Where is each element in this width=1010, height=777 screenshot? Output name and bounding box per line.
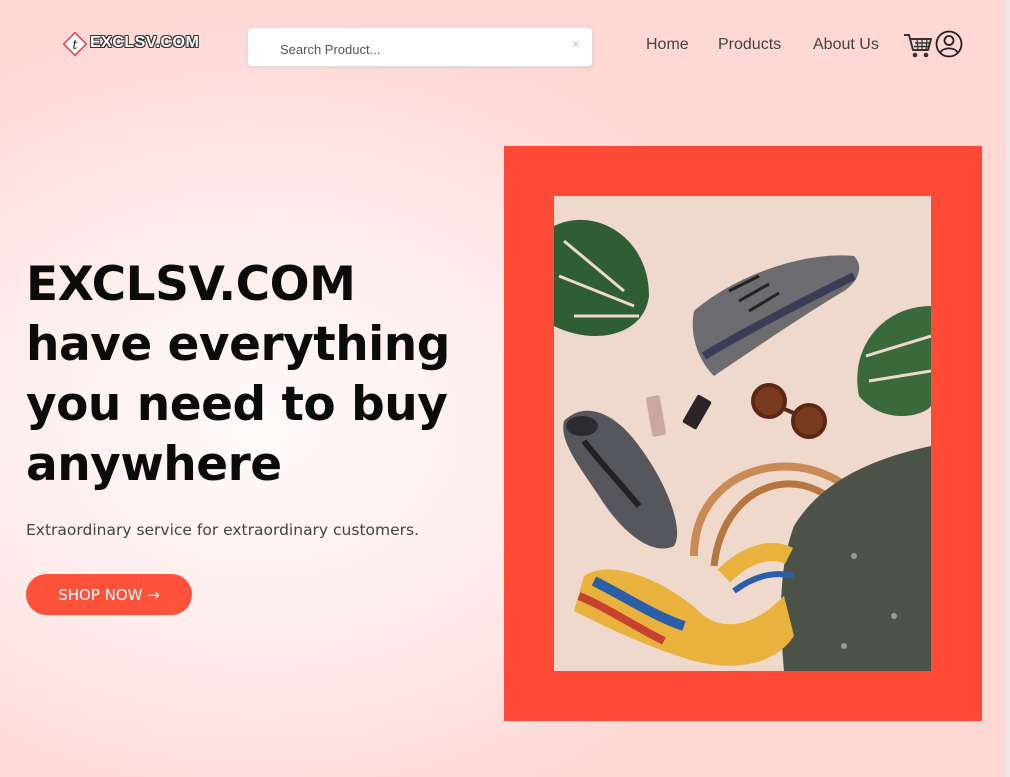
hero-title-line: EXCLSV.COM xyxy=(26,257,356,312)
nav-about-us[interactable]: About Us xyxy=(813,36,903,54)
hero-title-line: have everything xyxy=(26,317,450,372)
nav-products[interactable]: Products xyxy=(718,36,798,54)
logo-text: EXCLSV.COM xyxy=(90,34,200,51)
hero-title-line: anywhere xyxy=(26,437,282,492)
hero-subtitle: Extraordinary service for extraordinary … xyxy=(26,521,420,539)
hero-title: EXCLSV.COM have everything you need to b… xyxy=(26,255,496,495)
search-box[interactable]: × xyxy=(247,27,593,67)
clear-search-icon[interactable]: × xyxy=(572,39,580,50)
search-input[interactable] xyxy=(278,37,572,61)
hero-image-frame xyxy=(504,146,982,721)
user-icon[interactable] xyxy=(935,30,963,58)
brand-logo[interactable]: t EXCLSV.COM xyxy=(62,26,199,60)
shop-now-button[interactable]: SHOP NOW → xyxy=(26,574,192,615)
nav-home[interactable]: Home xyxy=(646,36,706,54)
hero-product-image xyxy=(554,196,931,671)
page-edge xyxy=(1006,0,1010,777)
logo-diamond-icon: t xyxy=(62,31,88,57)
logo-letter: t xyxy=(72,38,78,53)
hero-title-line: you need to buy xyxy=(26,377,448,432)
cart-icon[interactable] xyxy=(903,32,933,60)
